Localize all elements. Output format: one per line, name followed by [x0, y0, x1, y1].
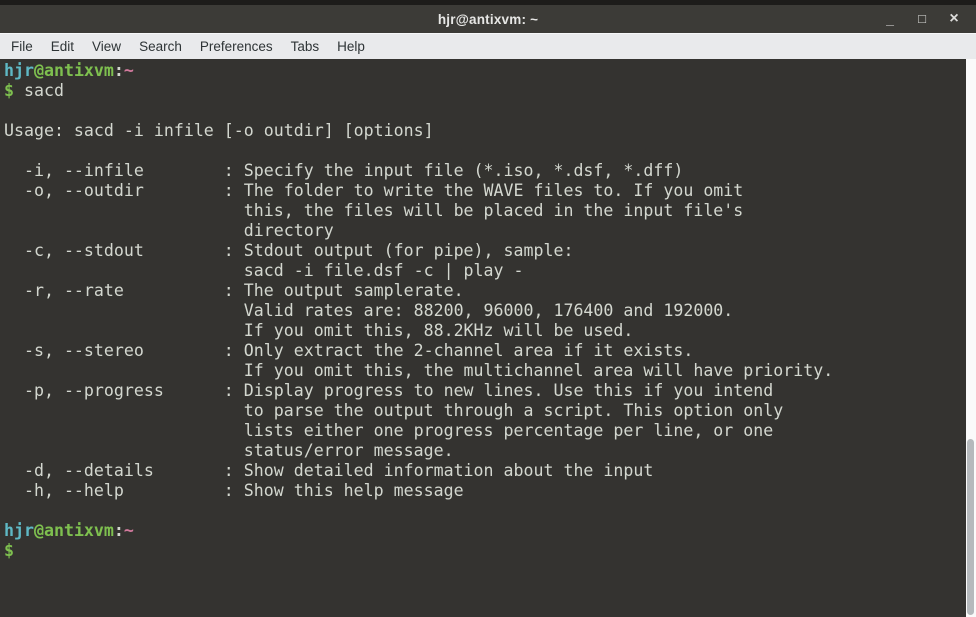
- terminal-segment: @antixvm: [34, 61, 114, 80]
- terminal-line: -d, --details : Show detailed informatio…: [4, 461, 653, 480]
- terminal-line: lists either one progress percentage per…: [4, 421, 773, 440]
- scrollbar[interactable]: [966, 59, 976, 617]
- terminal-line: directory: [4, 221, 334, 240]
- menu-item-view[interactable]: View: [83, 39, 130, 54]
- terminal-line: -r, --rate : The output samplerate.: [4, 281, 464, 300]
- terminal-line: status/error message.: [4, 441, 454, 460]
- terminal-line: $ sacd: [4, 81, 64, 100]
- terminal-line: hjr@antixvm:~: [4, 521, 134, 540]
- terminal-segment: :: [114, 61, 124, 80]
- terminal-segment: ~: [124, 521, 134, 540]
- terminal-output[interactable]: hjr@antixvm:~ $ sacd Usage: sacd -i infi…: [0, 59, 976, 561]
- terminal-line: this, the files will be placed in the in…: [4, 201, 743, 220]
- menu-item-file[interactable]: File: [2, 39, 42, 54]
- menu-item-tabs[interactable]: Tabs: [282, 39, 329, 54]
- maximize-button[interactable]: □: [906, 5, 938, 33]
- menu-item-help[interactable]: Help: [328, 39, 374, 54]
- menu-item-edit[interactable]: Edit: [42, 39, 83, 54]
- terminal-line: Valid rates are: 88200, 96000, 176400 an…: [4, 301, 733, 320]
- menu-item-search[interactable]: Search: [130, 39, 191, 54]
- terminal-line: $: [4, 541, 14, 560]
- window-title: hjr@antixvm: ~: [0, 12, 976, 27]
- terminal-window: hjr@antixvm: ~ _ □ × FileEditViewSearchP…: [0, 0, 976, 617]
- terminal-line: to parse the output through a script. Th…: [4, 401, 783, 420]
- close-button[interactable]: ×: [938, 5, 970, 33]
- terminal-line: -i, --infile : Specify the input file (*…: [4, 161, 683, 180]
- terminal-segment: $: [4, 541, 14, 560]
- terminal-segment: :: [114, 521, 124, 540]
- terminal-line: Usage: sacd -i infile [-o outdir] [optio…: [4, 121, 434, 140]
- terminal-line: -s, --stereo : Only extract the 2-channe…: [4, 341, 693, 360]
- terminal-line: -o, --outdir : The folder to write the W…: [4, 181, 743, 200]
- terminal-segment: hjr: [4, 521, 34, 540]
- terminal-line: -p, --progress : Display progress to new…: [4, 381, 773, 400]
- terminal-line: hjr@antixvm:~: [4, 61, 134, 80]
- terminal-area: hjr@antixvm:~ $ sacd Usage: sacd -i infi…: [0, 59, 976, 617]
- terminal-segment: sacd: [24, 81, 64, 100]
- menubar: FileEditViewSearchPreferencesTabsHelp: [0, 33, 976, 59]
- terminal-line: If you omit this, 88.2KHz will be used.: [4, 321, 633, 340]
- terminal-segment: @antixvm: [34, 521, 114, 540]
- scrollbar-thumb[interactable]: [967, 439, 974, 615]
- terminal-line: If you omit this, the multichannel area …: [4, 361, 833, 380]
- terminal-line: -c, --stdout : Stdout output (for pipe),…: [4, 241, 573, 260]
- window-controls: _ □ ×: [874, 5, 970, 33]
- terminal-segment: ~: [124, 61, 134, 80]
- terminal-line: -h, --help : Show this help message: [4, 481, 464, 500]
- minimize-button[interactable]: _: [874, 5, 906, 33]
- terminal-segment: hjr: [4, 61, 34, 80]
- titlebar[interactable]: hjr@antixvm: ~ _ □ ×: [0, 5, 976, 33]
- terminal-segment: $: [4, 81, 24, 100]
- menu-item-preferences[interactable]: Preferences: [191, 39, 282, 54]
- terminal-line: sacd -i file.dsf -c | play -: [4, 261, 524, 280]
